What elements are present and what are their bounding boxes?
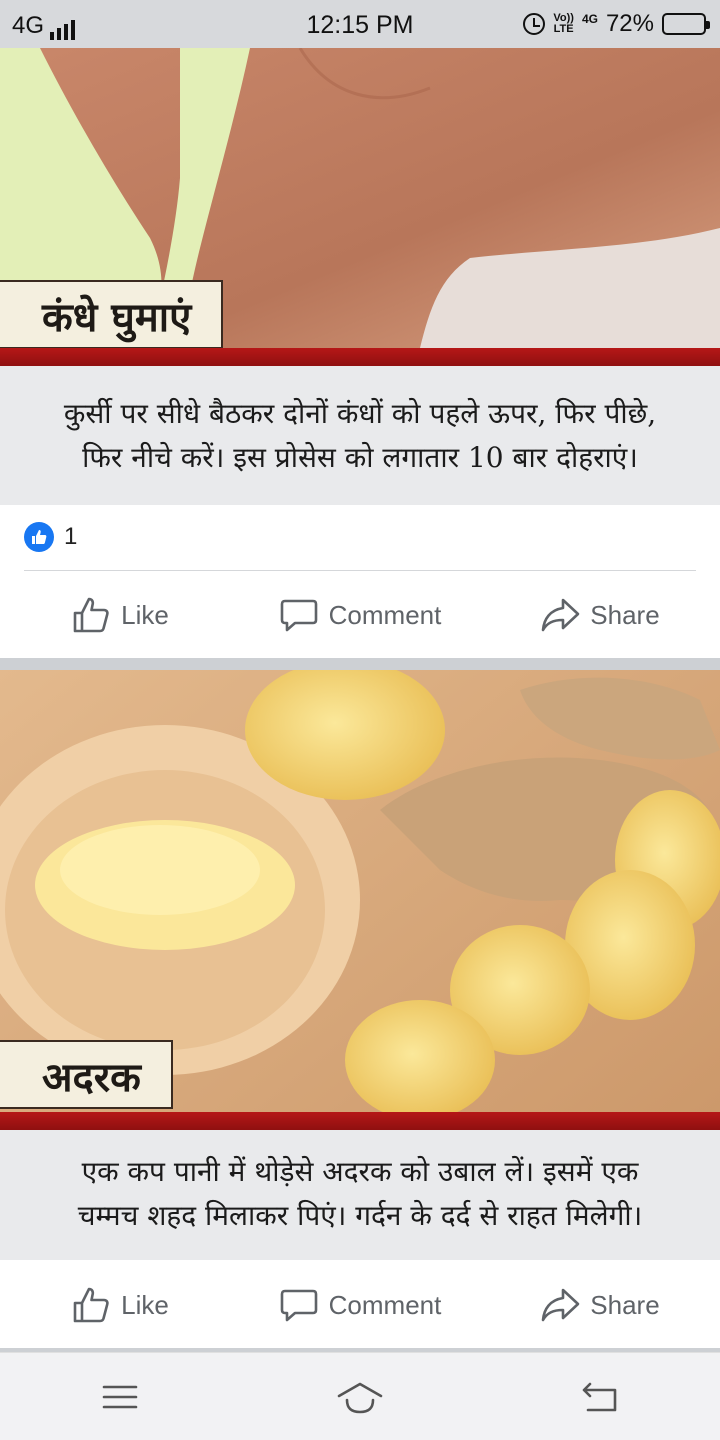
alarm-icon	[523, 13, 546, 35]
comment-label: Comment	[328, 599, 442, 630]
home-button[interactable]	[240, 1353, 480, 1440]
caption-line: कुर्सी पर सीधे बैठकर दोनों कंधों को पहले…	[63, 397, 657, 430]
share-label: Share	[590, 599, 660, 630]
banner-strip	[0, 1112, 720, 1130]
caption-line: फिर नीचे करें। इस प्रोसेस को लगातार 10 ब…	[82, 441, 638, 474]
comment-icon	[280, 1289, 317, 1322]
back-icon	[582, 1382, 617, 1411]
share-button[interactable]: Share	[480, 1262, 720, 1348]
status-bar: 4G 12:15 PM Vo)) LTE 4G 72%	[0, 0, 720, 48]
volte-indicator: Vo)) LTE	[553, 13, 574, 35]
like-label: Like	[121, 1289, 169, 1320]
lte-label: LTE	[553, 23, 574, 35]
thumbs-up-icon	[24, 522, 54, 552]
post-tag: कंधे घुमाएं	[0, 280, 224, 349]
reaction-summary[interactable]: 1	[24, 522, 77, 552]
network-type-right: 4G	[581, 12, 598, 26]
feed-post: अदरक एक कप पानी में थोड़ेसे अदरक को उबाल…	[0, 670, 720, 1348]
comment-icon	[280, 599, 317, 632]
action-bar: Like Comment Share	[0, 572, 720, 658]
like-button[interactable]: Like	[0, 572, 240, 658]
share-icon	[541, 598, 580, 632]
share-label: Share	[590, 1289, 660, 1320]
system-nav-bar	[0, 1352, 720, 1440]
comment-button[interactable]: Comment	[240, 1262, 480, 1348]
menu-button[interactable]	[0, 1353, 240, 1440]
like-button[interactable]: Like	[0, 1262, 240, 1348]
post-image[interactable]: अदरक एक कप पानी में थोड़ेसे अदरक को उबाल…	[0, 670, 720, 1260]
thumbs-up-icon	[73, 597, 109, 633]
caption-line: एक कप पानी में थोड़ेसे अदरक को उबाल लें।…	[81, 1155, 639, 1188]
back-button[interactable]	[480, 1353, 720, 1440]
home-icon	[337, 1382, 383, 1413]
thumbs-up-icon	[73, 1287, 109, 1323]
feed-post: कंधे घुमाएं कुर्सी पर सीधे बैठकर दोनों क…	[0, 48, 720, 658]
share-button[interactable]: Share	[480, 572, 720, 658]
reaction-count: 1	[64, 523, 78, 550]
post-caption: एक कप पानी में थोड़ेसे अदरक को उबाल लें।…	[0, 1130, 720, 1260]
post-caption: कुर्सी पर सीधे बैठकर दोनों कंधों को पहले…	[0, 366, 720, 505]
divider	[24, 570, 696, 571]
battery-percent: 72%	[605, 10, 654, 37]
share-icon	[541, 1288, 580, 1322]
like-label: Like	[121, 599, 169, 630]
comment-label: Comment	[328, 1289, 442, 1320]
post-tag: अदरक	[0, 1040, 173, 1109]
action-bar: Like Comment Share	[0, 1262, 720, 1348]
battery-icon	[662, 13, 710, 35]
comment-button[interactable]: Comment	[240, 572, 480, 658]
menu-icon	[102, 1385, 138, 1408]
caption-line: चम्मच शहद मिलाकर पिएं। गर्दन के दर्द से …	[77, 1199, 643, 1232]
banner-strip	[0, 348, 720, 366]
post-image[interactable]: कंधे घुमाएं कुर्सी पर सीधे बैठकर दोनों क…	[0, 48, 720, 505]
